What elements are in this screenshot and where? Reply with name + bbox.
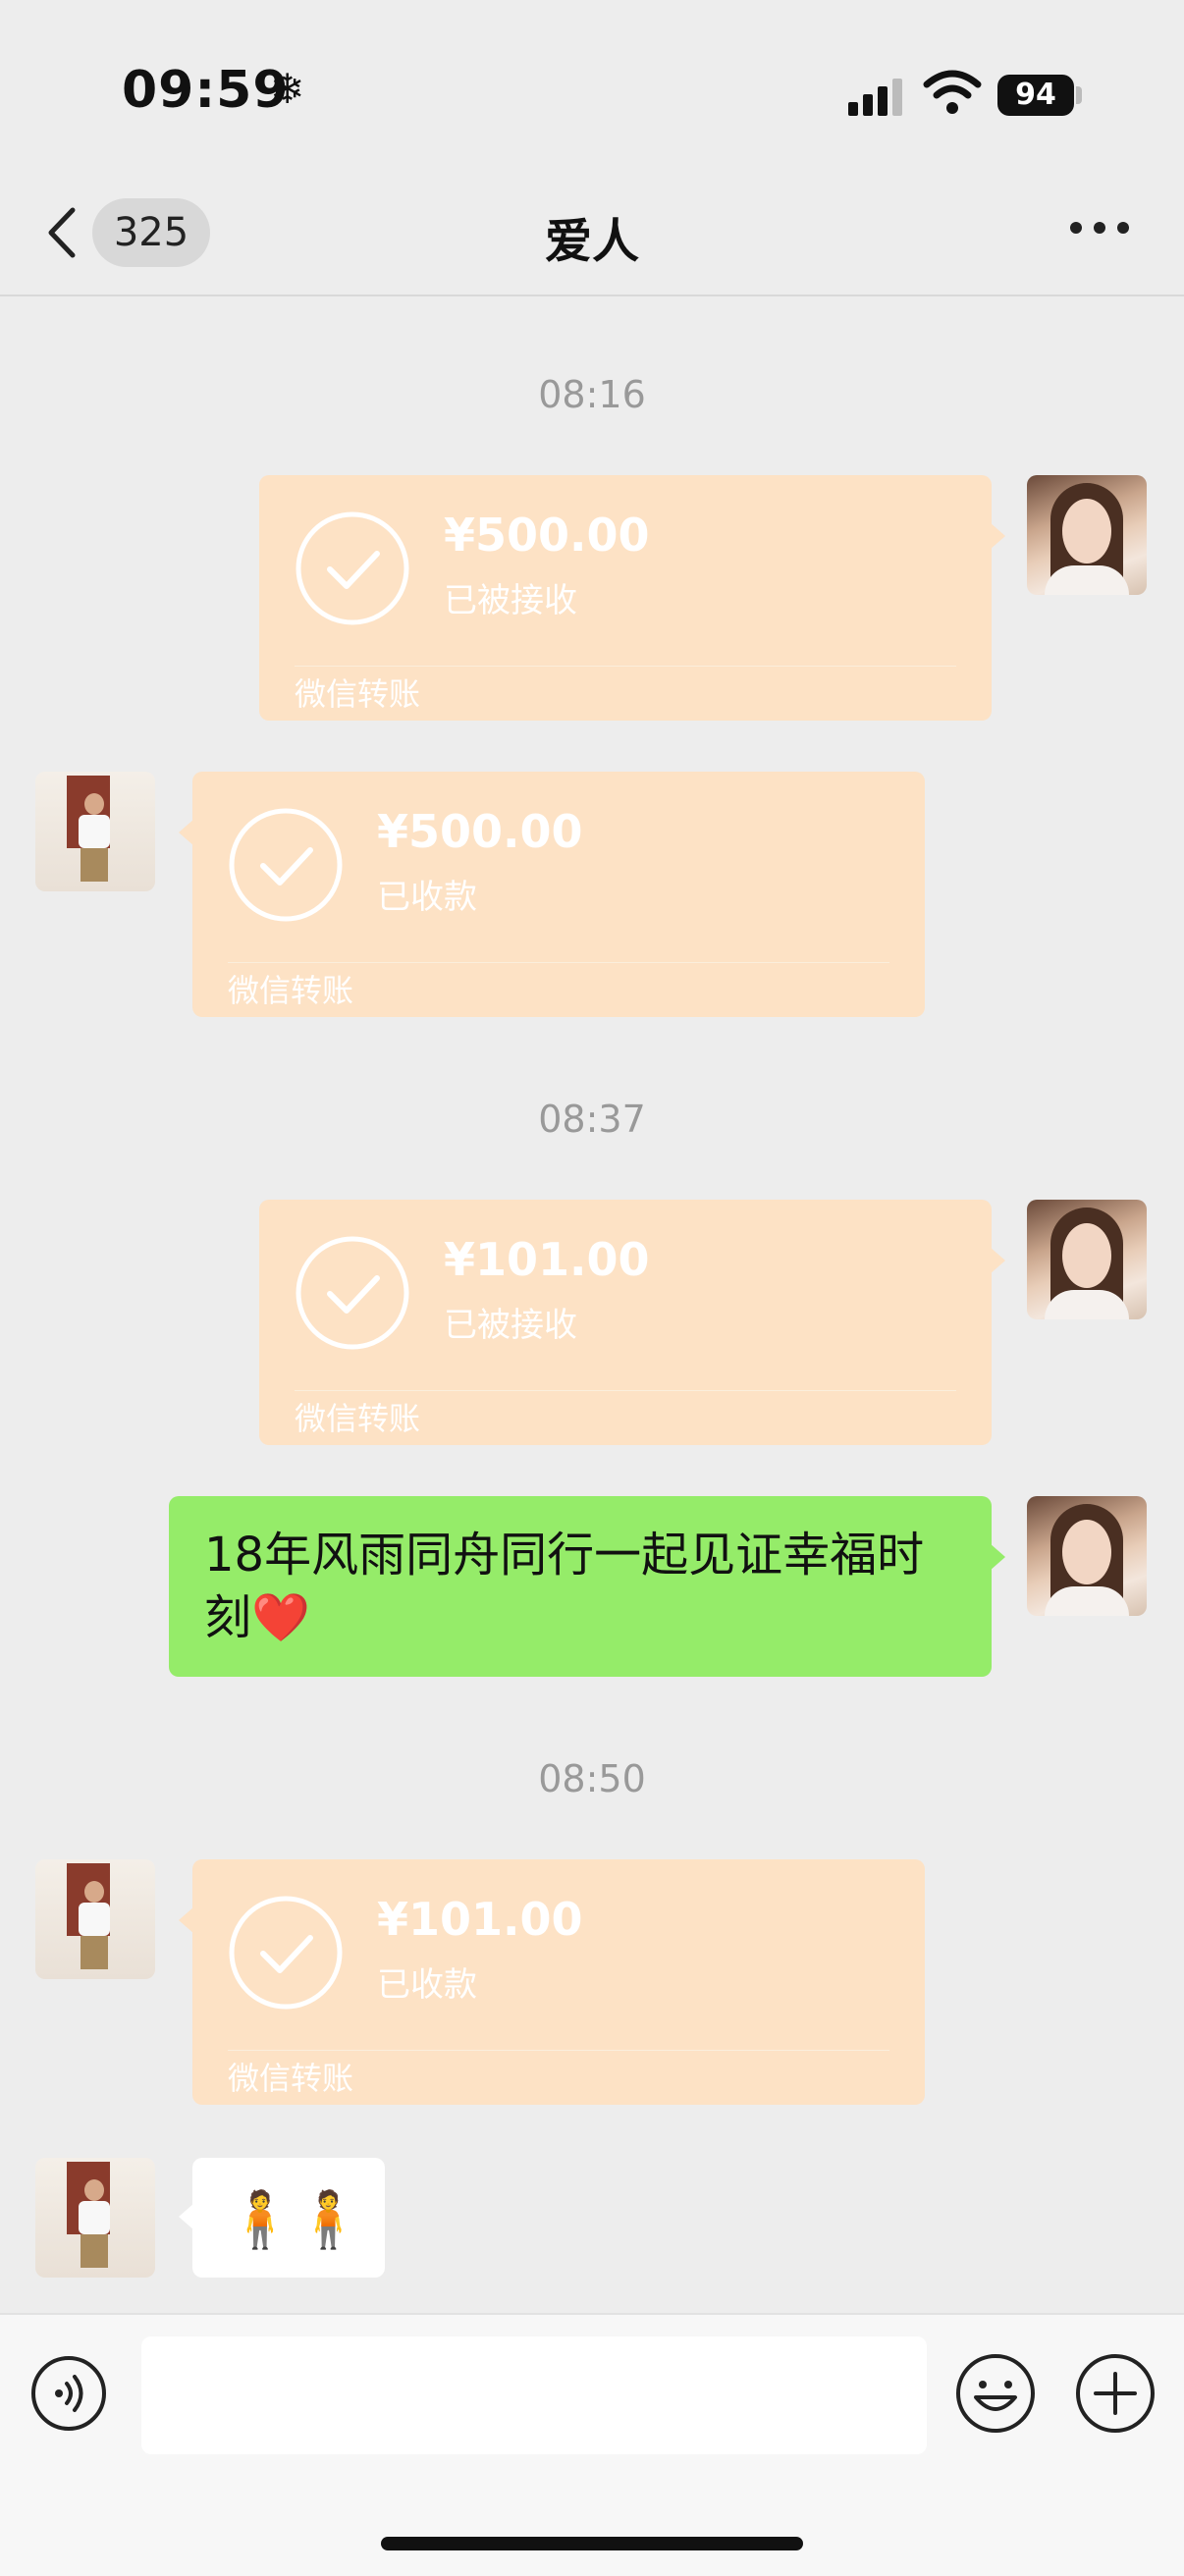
- transfer-amount: ¥101.00: [444, 1233, 650, 1286]
- text-message-bubble[interactable]: 18年风雨同舟同行一起见证幸福时刻❤️: [169, 1496, 1005, 1677]
- voice-icon[interactable]: [31, 2356, 106, 2431]
- check-circle-icon: [296, 511, 409, 625]
- transfer-footer: 微信转账: [295, 675, 421, 713]
- timestamp: 08:16: [538, 373, 646, 416]
- card-divider: [295, 1390, 956, 1391]
- transfer-status: 已被接收: [444, 581, 577, 620]
- battery-nub: [1076, 86, 1082, 104]
- message-emoji: 🧍🧍: [226, 2188, 363, 2252]
- transfer-card[interactable]: ¥101.00 已被接收 微信转账: [259, 1200, 1005, 1445]
- avatar[interactable]: [35, 772, 155, 891]
- avatar[interactable]: [1027, 475, 1147, 595]
- transfer-card[interactable]: ¥500.00 已收款 微信转账: [179, 772, 925, 1017]
- transfer-amount: ¥500.00: [444, 509, 650, 562]
- card-divider: [228, 962, 889, 963]
- emoji-icon[interactable]: [954, 2352, 1037, 2435]
- check-circle-icon: [229, 808, 343, 922]
- timestamp: 08:50: [538, 1757, 646, 1800]
- transfer-card[interactable]: ¥500.00 已被接收 微信转账: [259, 475, 1005, 721]
- transfer-footer: 微信转账: [228, 2060, 354, 2097]
- transfer-amount: ¥101.00: [377, 1893, 583, 1946]
- more-icon[interactable]: [1070, 222, 1129, 242]
- transfer-status: 已收款: [377, 1965, 477, 2005]
- chat-title: 爱人: [544, 214, 639, 269]
- plus-icon[interactable]: [1074, 2352, 1157, 2435]
- message-text: 18年风雨同舟同行一起见证幸福时刻❤️: [204, 1528, 925, 1645]
- transfer-card[interactable]: ¥101.00 已收款 微信转账: [179, 1859, 925, 2105]
- check-circle-icon: [296, 1236, 409, 1350]
- status-time: 09:59: [122, 61, 290, 120]
- status-bar: 09:59 ❄ 94: [0, 0, 1184, 167]
- avatar[interactable]: [35, 2158, 155, 2278]
- home-indicator[interactable]: [381, 2537, 803, 2550]
- snowflake-icon: ❄: [270, 65, 305, 113]
- card-divider: [228, 2050, 889, 2051]
- avatar[interactable]: [1027, 1200, 1147, 1319]
- check-circle-icon: [229, 1896, 343, 2010]
- transfer-status: 已收款: [377, 878, 477, 917]
- transfer-status: 已被接收: [444, 1306, 577, 1345]
- message-input[interactable]: [141, 2336, 927, 2454]
- transfer-amount: ¥500.00: [377, 805, 583, 858]
- transfer-footer: 微信转账: [295, 1400, 421, 1437]
- battery-indicator: 94: [997, 75, 1074, 116]
- signal-icon: [848, 79, 903, 116]
- chat-header: 325 爱人: [0, 167, 1184, 296]
- card-divider: [295, 666, 956, 667]
- emoji-message-bubble[interactable]: 🧍🧍: [179, 2158, 385, 2278]
- transfer-footer: 微信转账: [228, 972, 354, 1009]
- avatar[interactable]: [35, 1859, 155, 1979]
- timestamp: 08:37: [538, 1098, 646, 1141]
- wifi-icon: [923, 70, 982, 114]
- avatar[interactable]: [1027, 1496, 1147, 1616]
